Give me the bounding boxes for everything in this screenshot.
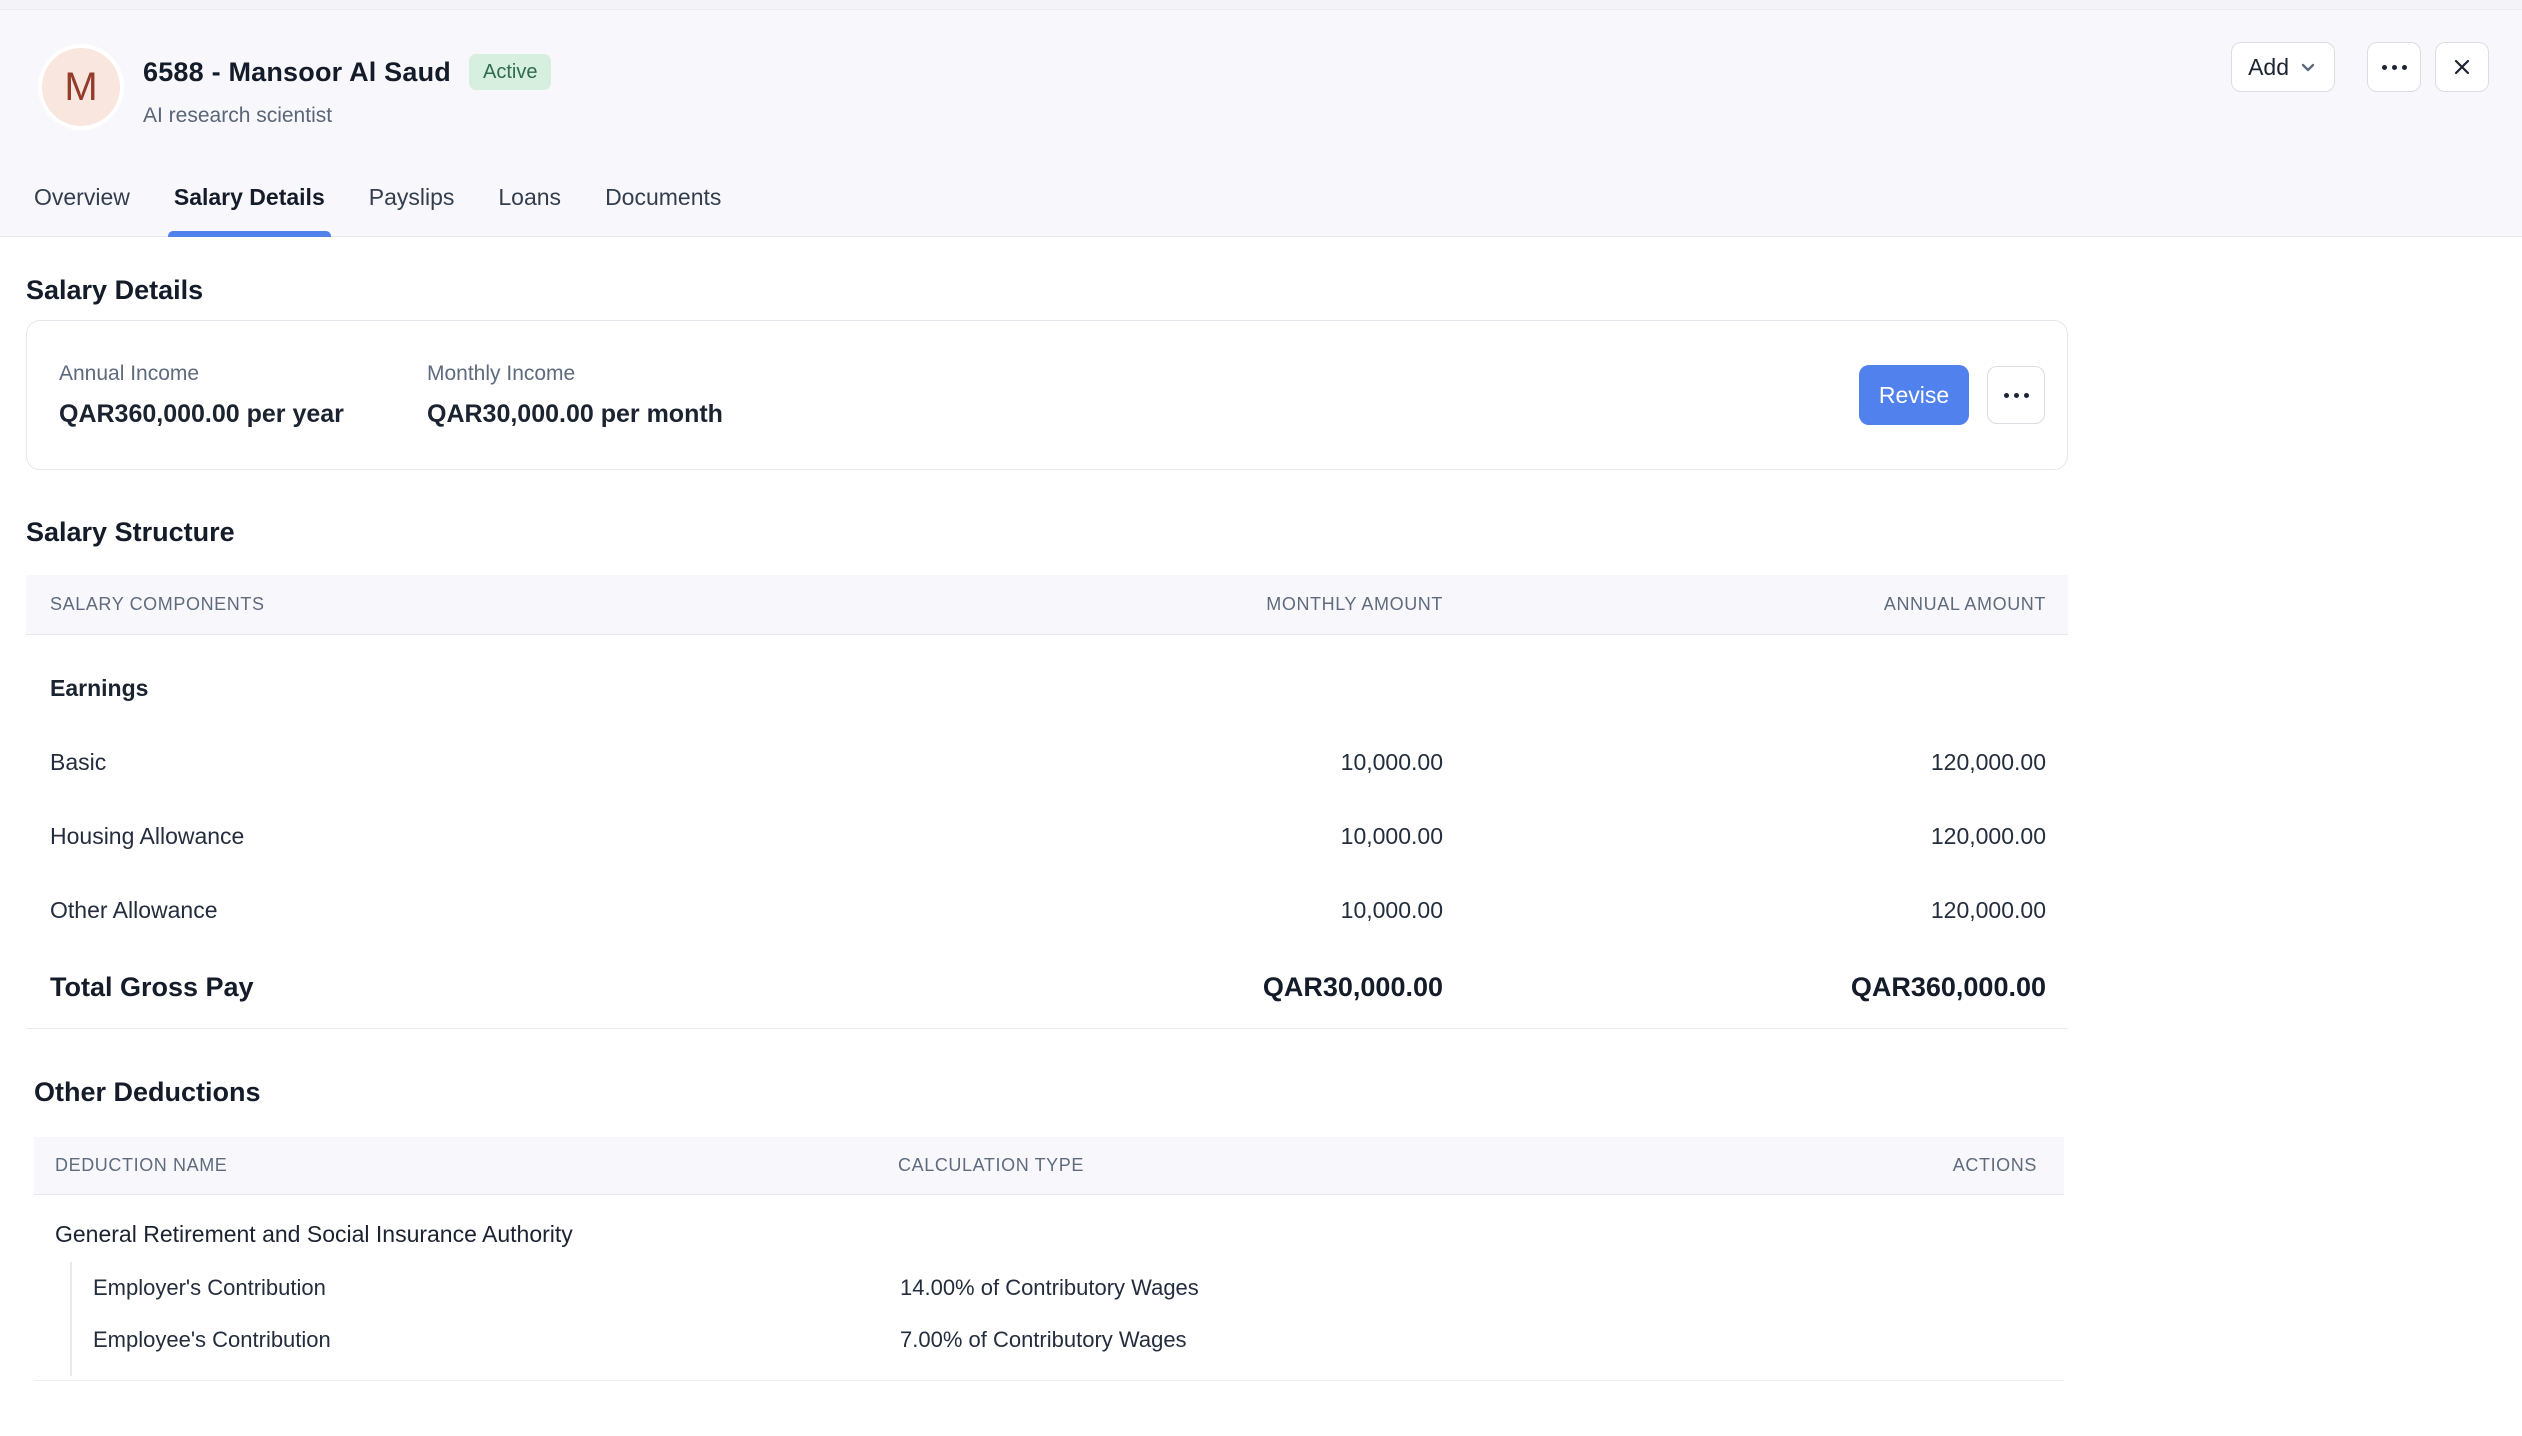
tab-payslips[interactable]: Payslips — [369, 183, 455, 236]
chevron-down-icon — [2298, 57, 2318, 77]
annual-income-label: Annual Income — [59, 361, 427, 386]
component-monthly: 10,000.00 — [843, 823, 1443, 850]
more-options-button[interactable] — [2367, 42, 2421, 92]
column-salary-components: Salary Components — [50, 594, 843, 615]
income-card-actions: Revise — [1859, 365, 2045, 425]
deduction-sub-rows: Employer's Contribution 14.00% of Contri… — [70, 1262, 2064, 1376]
employee-salary-panel: M 6588 - Mansoor Al Saud Active AI resea… — [0, 0, 2522, 1436]
total-monthly: QAR30,000.00 — [843, 972, 1443, 1003]
deduction-calculation: 7.00% of Contributory Wages — [900, 1326, 2064, 1354]
panel-header: M 6588 - Mansoor Al Saud Active AI resea… — [0, 10, 2522, 237]
deduction-name: Employee's Contribution — [93, 1326, 900, 1354]
deduction-group-name: General Retirement and Social Insurance … — [34, 1195, 2064, 1262]
monthly-income-value: QAR30,000.00 per month — [427, 399, 723, 429]
earnings-group-label: Earnings — [50, 675, 843, 702]
salary-structure-heading: Salary Structure — [26, 516, 2522, 548]
revise-button[interactable]: Revise — [1859, 365, 1969, 425]
tab-overview[interactable]: Overview — [34, 183, 130, 236]
tab-loans[interactable]: Loans — [498, 183, 561, 236]
component-annual: 120,000.00 — [1443, 749, 2046, 776]
add-button[interactable]: Add — [2231, 42, 2335, 92]
table-bottom-divider — [34, 1380, 2064, 1381]
main-content: Salary Details Annual Income QAR360,000.… — [0, 274, 2522, 1381]
component-annual: 120,000.00 — [1443, 823, 2046, 850]
monthly-income-label: Monthly Income — [427, 361, 723, 386]
income-summary-card: Annual Income QAR360,000.00 per year Mon… — [26, 320, 2068, 470]
table-row: Housing Allowance 10,000.00 120,000.00 — [26, 799, 2068, 873]
ellipsis-icon — [2382, 65, 2407, 70]
job-title: AI research scientist — [143, 103, 551, 129]
deduction-name: Employer's Contribution — [93, 1274, 900, 1302]
status-badge: Active — [469, 54, 551, 90]
salary-structure-table: Salary Components Monthly Amount Annual … — [26, 575, 2068, 1029]
other-deductions-table: Deduction Name Calculation Type Actions … — [34, 1137, 2064, 1381]
page-title: 6588 - Mansoor Al Saud — [143, 55, 451, 89]
deduction-calculation: 14.00% of Contributory Wages — [900, 1274, 2064, 1302]
close-icon — [2450, 55, 2474, 79]
table-row: Basic 10,000.00 120,000.00 — [26, 725, 2068, 799]
column-calculation-type: Calculation Type — [898, 1155, 1837, 1176]
column-monthly-amount: Monthly Amount — [843, 594, 1443, 615]
close-button[interactable] — [2435, 42, 2489, 92]
column-actions: Actions — [1837, 1155, 2037, 1176]
employee-identity: 6588 - Mansoor Al Saud Active AI researc… — [143, 54, 551, 129]
deductions-header-row: Deduction Name Calculation Type Actions — [34, 1137, 2064, 1195]
other-deductions-heading: Other Deductions — [34, 1076, 2522, 1108]
monthly-income: Monthly Income QAR30,000.00 per month — [427, 361, 723, 429]
column-deduction-name: Deduction Name — [55, 1155, 898, 1176]
tab-salary-details[interactable]: Salary Details — [174, 183, 325, 236]
component-name: Other Allowance — [50, 897, 843, 924]
table-row: Other Allowance 10,000.00 120,000.00 — [26, 873, 2068, 947]
salary-structure-header-row: Salary Components Monthly Amount Annual … — [26, 575, 2068, 635]
salary-details-heading: Salary Details — [26, 274, 2522, 306]
tab-bar: Overview Salary Details Payslips Loans D… — [0, 183, 2522, 236]
component-annual: 120,000.00 — [1443, 897, 2046, 924]
column-annual-amount: Annual Amount — [1443, 594, 2046, 615]
component-name: Housing Allowance — [50, 823, 843, 850]
top-strip — [0, 0, 2522, 10]
income-more-button[interactable] — [1987, 366, 2045, 424]
component-monthly: 10,000.00 — [843, 897, 1443, 924]
component-name: Basic — [50, 749, 843, 776]
avatar: M — [38, 44, 124, 130]
annual-income: Annual Income QAR360,000.00 per year — [59, 361, 427, 429]
component-monthly: 10,000.00 — [843, 749, 1443, 776]
avatar-initial: M — [64, 65, 97, 110]
total-annual: QAR360,000.00 — [1443, 972, 2046, 1003]
total-label: Total Gross Pay — [50, 972, 843, 1003]
total-gross-pay-row: Total Gross Pay QAR30,000.00 QAR360,000.… — [26, 947, 2068, 1029]
earnings-group-row: Earnings — [26, 651, 2068, 725]
tab-documents[interactable]: Documents — [605, 183, 721, 236]
table-row: Employer's Contribution 14.00% of Contri… — [72, 1262, 2064, 1314]
table-row: Employee's Contribution 7.00% of Contrib… — [72, 1314, 2064, 1366]
header-actions: Add — [2231, 42, 2489, 92]
add-button-label: Add — [2248, 54, 2289, 81]
ellipsis-icon — [2004, 393, 2029, 398]
annual-income-value: QAR360,000.00 per year — [59, 399, 427, 429]
